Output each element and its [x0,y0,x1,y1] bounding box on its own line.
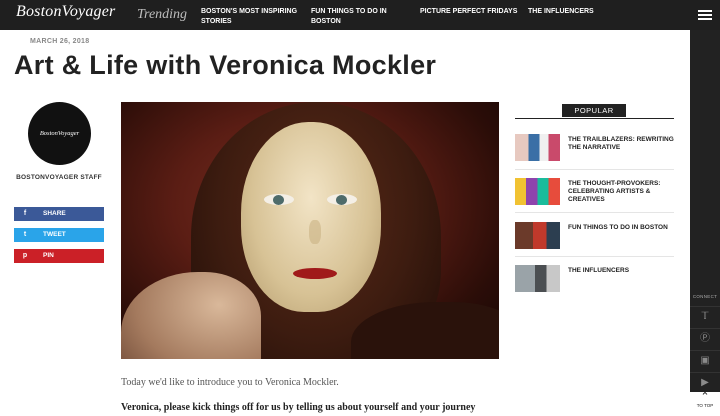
hero-image [121,102,499,359]
article-question: Veronica, please kick things off for us … [121,402,476,413]
nav-boston-most-inspiring-stories[interactable]: BOSTON'S MOST INSPIRING STORIES [201,7,301,26]
article-intro: Today we'd like to introduce you to Vero… [121,377,339,388]
popular-separator [515,169,674,170]
to-top-button[interactable]: ⌃ TO TOP [690,392,720,416]
trending-label[interactable]: Trending [137,7,187,23]
facebook-share-label: SHARE [43,210,66,217]
connect-label: CONNECT [692,294,718,299]
popular-thumbnail[interactable] [515,222,560,249]
site-logo[interactable]: BostonVoyager [16,3,115,21]
youtube-icon[interactable]: ▶ [690,372,720,392]
facebook-icon: f [23,210,27,217]
nav-fun-things-to-do[interactable]: FUN THINGS TO DO IN BOSTON [311,7,401,26]
popular-thumbnail[interactable] [515,178,560,205]
author-name[interactable]: BOSTONVOYAGER STAFF [14,174,104,181]
pinterest-share-label: PIN [43,252,54,259]
portrait-face [241,122,381,312]
popular-item-title[interactable]: THE INFLUENCERS [568,267,674,275]
pinterest-share-button[interactable]: p PIN [14,249,104,263]
popular-item-title[interactable]: FUN THINGS TO DO IN BOSTON [568,224,674,232]
author-avatar[interactable]: BostonVoyager [28,102,91,165]
popular-heading: POPULAR [562,104,626,117]
pinterest-icon[interactable]: Ⓟ [690,328,720,348]
popular-thumbnail[interactable] [515,265,560,292]
nav-picture-perfect-fridays[interactable]: PICTURE PERFECT FRIDAYS [420,7,517,17]
facebook-share-button[interactable]: f SHARE [14,207,104,221]
social-sidebar: CONNECT 𝕋 Ⓟ ▣ ▶ [690,30,720,416]
twitter-share-label: TWEET [43,231,66,238]
popular-divider [515,118,674,119]
portrait-lips [293,268,337,279]
chevron-up-icon: ⌃ [700,391,710,403]
popular-thumbnail[interactable] [515,134,560,161]
portrait-eye-right [327,194,357,205]
portrait-eye-left [264,194,294,205]
top-nav-bar: BostonVoyager Trending BOSTON'S MOST INS… [0,0,720,30]
article-date: MARCH 26, 2018 [30,38,90,45]
portrait-hand [121,272,261,359]
portrait-nose [309,220,321,244]
article-title: Art & Life with Veronica Mockler [14,50,437,80]
to-top-label: TO TOP [696,403,714,408]
popular-separator [515,212,674,213]
popular-item-title[interactable]: THE TRAILBLAZERS: REWRITING THE NARRATIV… [568,136,674,152]
popular-item-title[interactable]: THE THOUGHT-PROVOKERS: CELEBRATING ARTIS… [568,180,674,204]
pinterest-icon: p [22,252,28,259]
nav-the-influencers[interactable]: THE INFLUENCERS [528,7,594,17]
twitter-share-button[interactable]: t TWEET [14,228,104,242]
popular-separator [515,256,674,257]
twitter-icon: t [23,231,27,238]
hamburger-icon[interactable] [690,0,720,30]
instagram-icon[interactable]: ▣ [690,350,720,370]
twitter-icon[interactable]: 𝕋 [690,306,720,326]
